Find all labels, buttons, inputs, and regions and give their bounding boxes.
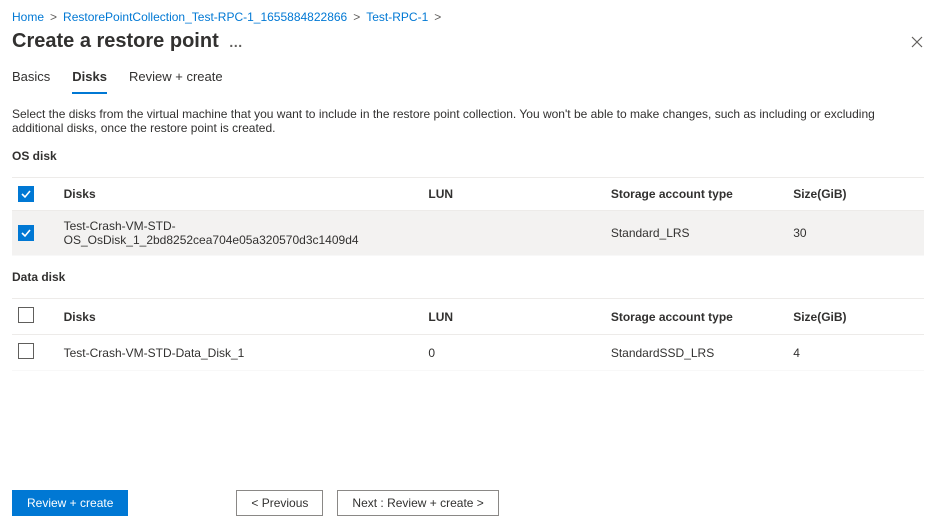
data-disk-table: Disks LUN Storage account type Size(GiB)… (12, 298, 924, 371)
data-select-all-checkbox[interactable] (18, 307, 34, 323)
disk-name: Test-Crash-VM-STD-Data_Disk_1 (58, 335, 423, 371)
disk-name: Test-Crash-VM-STD-OS_OsDisk_1_2bd8252cea… (58, 211, 423, 256)
os-select-all-checkbox[interactable] (18, 186, 34, 202)
breadcrumb-item[interactable]: Test-RPC-1 (366, 10, 428, 24)
table-row[interactable]: Test-Crash-VM-STD-OS_OsDisk_1_2bd8252cea… (12, 211, 924, 256)
description-text: Select the disks from the virtual machin… (12, 107, 924, 135)
os-disk-table: Disks LUN Storage account type Size(GiB)… (12, 177, 924, 256)
breadcrumb-home[interactable]: Home (12, 10, 44, 24)
tab-basics[interactable]: Basics (12, 65, 50, 94)
col-lun: LUN (422, 299, 604, 335)
disk-size: 30 (787, 211, 924, 256)
footer: Review + create < Previous Next : Review… (12, 480, 924, 516)
breadcrumb-sep: > (434, 10, 441, 24)
col-sat: Storage account type (605, 178, 787, 211)
title-row: Create a restore point … (12, 30, 924, 53)
breadcrumb: Home > RestorePointCollection_Test-RPC-1… (12, 10, 924, 24)
more-icon[interactable]: … (229, 34, 243, 50)
col-size: Size(GiB) (787, 299, 924, 335)
breadcrumb-sep: > (50, 10, 57, 24)
col-disks: Disks (58, 299, 423, 335)
previous-button[interactable]: < Previous (236, 490, 323, 516)
tabs: Basics Disks Review + create (12, 65, 924, 95)
col-disks: Disks (58, 178, 423, 211)
page-title-label: Create a restore point (12, 30, 219, 53)
next-button[interactable]: Next : Review + create > (337, 490, 498, 516)
review-create-button[interactable]: Review + create (12, 490, 128, 516)
col-lun: LUN (422, 178, 604, 211)
disk-size: 4 (787, 335, 924, 371)
col-size: Size(GiB) (787, 178, 924, 211)
section-data-disk: Data disk (12, 270, 924, 284)
breadcrumb-collection[interactable]: RestorePointCollection_Test-RPC-1_165588… (63, 10, 347, 24)
row-checkbox[interactable] (18, 225, 34, 241)
breadcrumb-sep: > (353, 10, 360, 24)
disk-sat: Standard_LRS (605, 211, 787, 256)
row-checkbox[interactable] (18, 343, 34, 359)
table-row[interactable]: Test-Crash-VM-STD-Data_Disk_1 0 Standard… (12, 335, 924, 371)
disk-lun: 0 (422, 335, 604, 371)
tab-review[interactable]: Review + create (129, 65, 223, 94)
tab-disks[interactable]: Disks (72, 65, 107, 94)
disk-sat: StandardSSD_LRS (605, 335, 787, 371)
section-os-disk: OS disk (12, 149, 924, 163)
disk-lun (422, 211, 604, 256)
close-icon[interactable] (910, 35, 924, 49)
col-sat: Storage account type (605, 299, 787, 335)
page-title: Create a restore point … (12, 30, 243, 53)
